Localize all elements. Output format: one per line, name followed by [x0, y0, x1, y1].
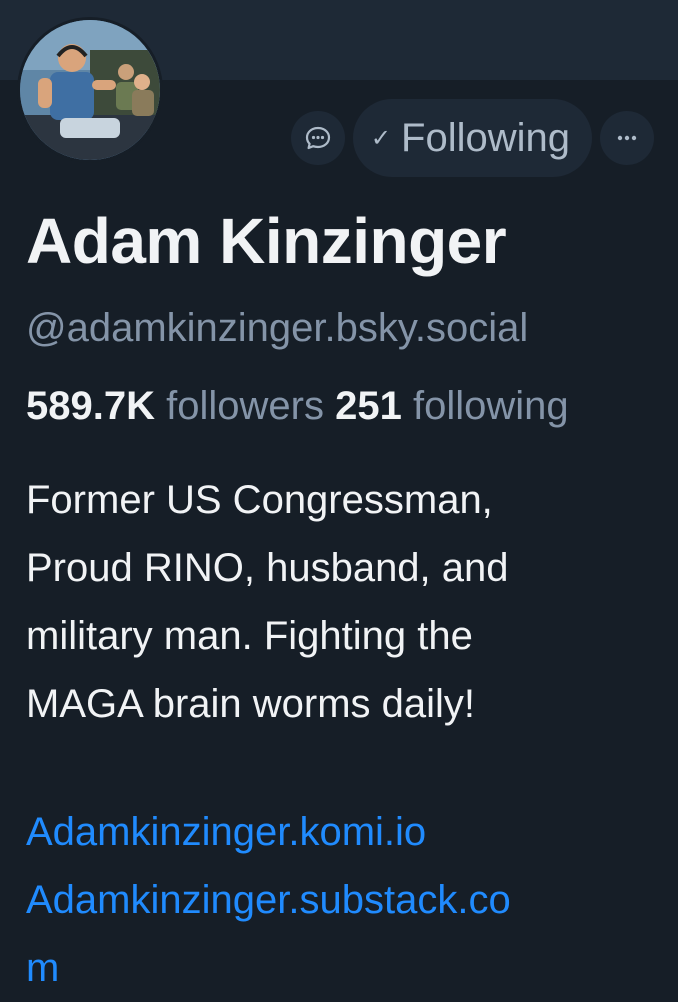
- following-button-label: Following: [401, 115, 570, 160]
- bio-line: military man. Fighting the: [26, 614, 473, 658]
- substack-link-continued[interactable]: m: [26, 934, 666, 1002]
- following-label: following: [412, 384, 569, 428]
- avatar-photo: [20, 20, 160, 160]
- ellipsis-icon: [617, 135, 637, 141]
- message-button[interactable]: [290, 111, 345, 165]
- following-button[interactable]: ✓ Following: [352, 99, 592, 177]
- checkmark-icon: ✓: [370, 124, 392, 152]
- profile-stats: 589.7K followers 251 following: [26, 384, 678, 429]
- followers-label: followers: [166, 384, 324, 428]
- profile-links: Adamkinzinger.komi.io Adamkinzinger.subs…: [26, 798, 666, 1002]
- profile-bio: Former US Congressman, Proud RINO, husba…: [26, 466, 666, 738]
- profile-handle[interactable]: @adamkinzinger.bsky.social: [26, 306, 528, 351]
- profile-avatar[interactable]: [17, 17, 163, 163]
- followers-link[interactable]: 589.7K followers: [26, 384, 324, 428]
- bio-line: MAGA brain worms daily!: [26, 682, 476, 726]
- bio-line: Proud RINO, husband, and: [26, 546, 509, 590]
- following-link[interactable]: 251 following: [335, 384, 569, 428]
- profile-actions: ✓ Following: [290, 99, 654, 177]
- following-count: 251: [335, 384, 402, 428]
- followers-count: 589.7K: [26, 384, 155, 428]
- komi-link[interactable]: Adamkinzinger.komi.io: [26, 798, 666, 866]
- chat-bubble-icon: [305, 126, 331, 150]
- bio-line: Former US Congressman,: [26, 478, 493, 522]
- profile-display-name: Adam Kinzinger: [26, 205, 507, 277]
- substack-link[interactable]: Adamkinzinger.substack.co: [26, 866, 666, 934]
- more-options-button[interactable]: [600, 111, 654, 165]
